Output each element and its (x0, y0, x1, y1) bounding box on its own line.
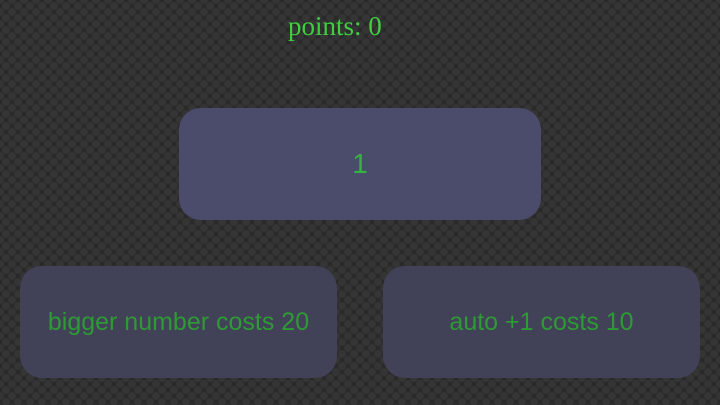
click-number-label: 1 (352, 148, 368, 179)
auto-increment-upgrade-label: auto +1 costs 10 (449, 307, 634, 336)
bigger-number-upgrade-button[interactable]: bigger number costs 20 (20, 266, 337, 378)
points-counter: points: 0 (288, 10, 382, 42)
bigger-number-upgrade-label: bigger number costs 20 (47, 307, 310, 336)
auto-increment-upgrade-button[interactable]: auto +1 costs 10 (383, 266, 700, 378)
points-value: 0 (368, 11, 382, 41)
click-number-button[interactable]: 1 (179, 108, 541, 220)
points-label: points: (288, 11, 362, 41)
